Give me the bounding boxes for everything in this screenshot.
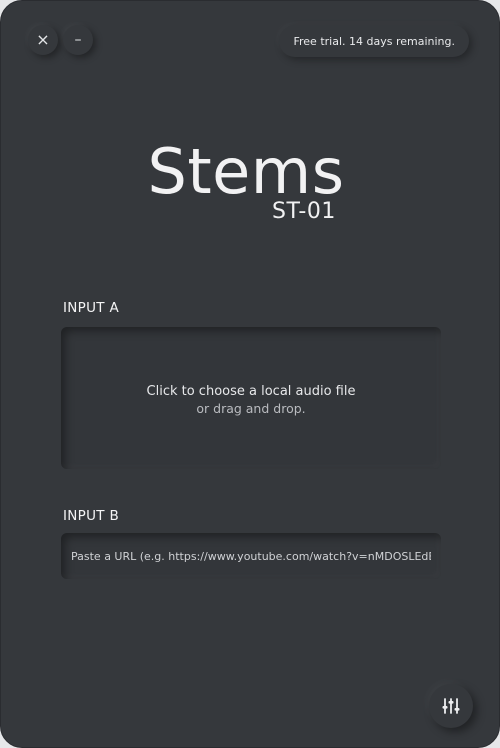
app-model-label: ST-01 — [272, 199, 336, 224]
mixer-sliders-icon — [442, 698, 460, 714]
minimize-button[interactable]: – — [63, 25, 93, 55]
close-button[interactable]: × — [28, 25, 58, 55]
app-title: Stems — [147, 135, 345, 208]
input-a-label: INPUT A — [63, 300, 119, 316]
drop-zone-secondary-text: or drag and drop. — [196, 401, 306, 416]
close-icon: × — [36, 30, 50, 49]
url-input[interactable] — [61, 533, 441, 579]
drop-zone-primary-text: Click to choose a local audio file — [146, 384, 356, 399]
app-logo: Stems ST-01 — [1, 135, 499, 225]
input-b-label: INPUT B — [63, 508, 120, 524]
mixer-settings-button[interactable] — [429, 684, 473, 728]
trial-status-text: Free trial. 14 days remaining. — [293, 34, 455, 48]
minimize-icon: – — [74, 32, 82, 48]
app-window: × – Free trial. 14 days remaining. Stems… — [0, 0, 500, 748]
trial-status-badge: Free trial. 14 days remaining. — [279, 25, 469, 57]
audio-file-drop-zone[interactable]: Click to choose a local audio file or dr… — [61, 327, 441, 469]
